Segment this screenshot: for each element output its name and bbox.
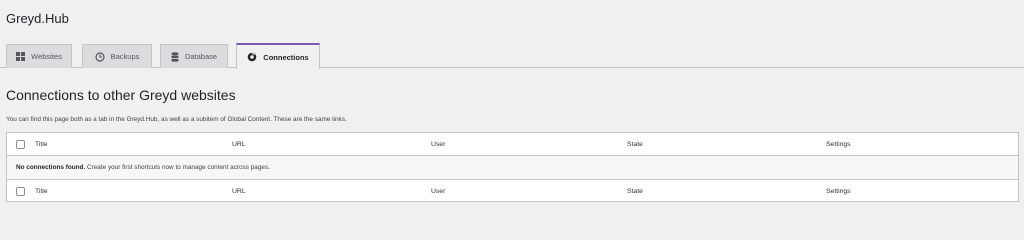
tab-backups-label: Backups [110,52,140,61]
tab-database[interactable]: Database [160,44,228,68]
tab-database-label: Database [184,52,218,61]
select-all-checkbox[interactable] [16,139,25,149]
column-title[interactable]: Title [35,141,48,148]
grid-icon [16,52,26,61]
tab-connections[interactable]: Connections [236,43,320,69]
column-settings-footer: Settings [826,188,851,195]
select-all-checkbox-footer[interactable] [16,187,25,196]
empty-message-bold: No connections found. [16,164,86,171]
empty-message-text: Create your first shortcuts now to manag… [85,164,270,171]
history-icon [95,51,105,62]
empty-message: No connections found. Create your first … [16,164,270,171]
tab-connections-label: Connections [263,52,309,62]
column-user: User [431,140,446,148]
table-footer-row: Title URL User State Settings [7,180,1018,203]
connections-table: Title URL User State Settings No connect… [6,132,1019,202]
page-description: You can find this page both as a tab in … [6,116,347,123]
app-title: Greyd.Hub [6,11,69,26]
column-state: State [627,140,643,148]
column-title-footer[interactable]: Title [35,188,48,195]
column-user-footer: User [431,188,446,195]
table-header-row: Title URL User State Settings [7,133,1018,156]
tab-bar: Websites Backups Database Connections [0,40,1024,69]
column-state-footer: State [627,188,643,195]
tab-backups[interactable]: Backups [82,44,152,68]
column-settings: Settings [826,140,851,148]
connections-icon [247,52,257,62]
page-title: Connections to other Greyd websites [6,87,236,103]
empty-message-row: No connections found. Create your first … [7,156,1018,180]
column-url: URL [232,140,246,148]
column-url-footer: URL [232,188,246,195]
tab-websites-label: Websites [31,52,62,61]
tab-websites[interactable]: Websites [6,44,72,68]
database-icon [171,51,179,62]
